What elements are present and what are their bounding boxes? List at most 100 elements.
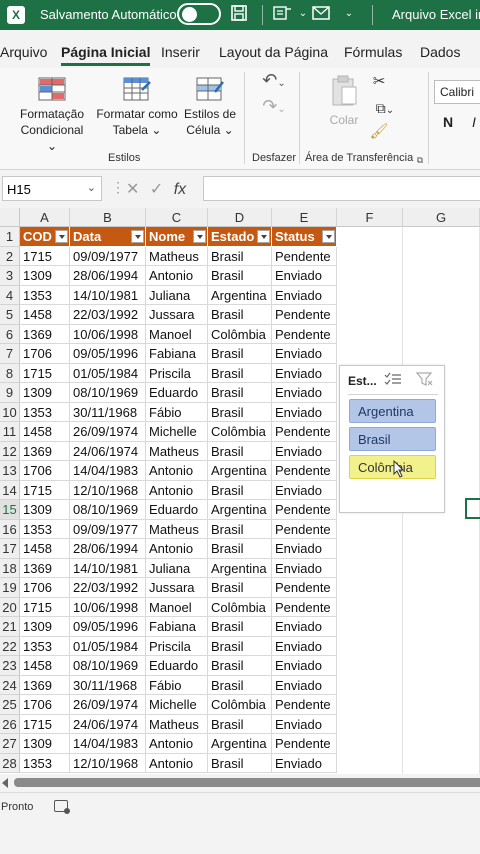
- horizontal-scrollbar[interactable]: [0, 774, 480, 792]
- name-box[interactable]: H15 ⌄: [2, 176, 102, 201]
- table-cell[interactable]: Brasil: [208, 480, 272, 500]
- table-cell[interactable]: Manoel: [146, 324, 208, 344]
- table-cell[interactable]: Antonio: [146, 539, 208, 559]
- bold-button[interactable]: N: [440, 114, 456, 130]
- table-cell[interactable]: Antonio: [146, 480, 208, 500]
- filter-dropdown-icon[interactable]: [257, 230, 270, 243]
- table-cell[interactable]: 12/10/1968: [70, 753, 146, 773]
- table-cell[interactable]: Matheus: [146, 519, 208, 539]
- table-cell[interactable]: Enviado: [272, 480, 337, 500]
- table-cell[interactable]: Enviado: [272, 266, 337, 286]
- table-cell[interactable]: Argentina: [208, 500, 272, 520]
- table-cell[interactable]: 1309: [20, 500, 70, 520]
- table-cell[interactable]: 1353: [20, 402, 70, 422]
- table-header-cod[interactable]: COD: [20, 227, 70, 246]
- table-cell[interactable]: 1458: [20, 656, 70, 676]
- column-header-c[interactable]: C: [146, 208, 208, 227]
- table-cell[interactable]: Pendente: [272, 324, 337, 344]
- table-cell[interactable]: Eduardo: [146, 500, 208, 520]
- scroll-thumb[interactable]: [14, 778, 480, 787]
- table-cell[interactable]: 1309: [20, 734, 70, 754]
- table-cell[interactable]: Brasil: [208, 617, 272, 637]
- table-cell[interactable]: 1706: [20, 344, 70, 364]
- table-cell[interactable]: Argentina: [208, 558, 272, 578]
- table-cell[interactable]: Brasil: [208, 402, 272, 422]
- tab-arquivo[interactable]: Arquivo: [0, 44, 47, 60]
- table-cell[interactable]: Brasil: [208, 714, 272, 734]
- table-cell[interactable]: Enviado: [272, 383, 337, 403]
- table-cell[interactable]: 22/03/1992: [70, 305, 146, 325]
- column-header-e[interactable]: E: [272, 208, 337, 227]
- slicer-item-argentina[interactable]: Argentina: [349, 399, 436, 423]
- row-header-9[interactable]: 9: [0, 383, 20, 403]
- italic-button[interactable]: I: [468, 114, 480, 130]
- table-cell[interactable]: 10/06/1998: [70, 324, 146, 344]
- table-cell[interactable]: 1706: [20, 695, 70, 715]
- row-header-7[interactable]: 7: [0, 344, 20, 364]
- row-header-1[interactable]: 1: [0, 227, 20, 247]
- table-cell[interactable]: Pendente: [272, 305, 337, 325]
- row-header-26[interactable]: 26: [0, 714, 20, 734]
- insert-function-icon[interactable]: fx: [174, 181, 186, 198]
- conditional-formatting-button[interactable]: Formatação Condicional ⌄: [14, 76, 90, 154]
- table-cell[interactable]: Brasil: [208, 636, 272, 656]
- table-cell[interactable]: Pendente: [272, 519, 337, 539]
- table-cell[interactable]: 1458: [20, 305, 70, 325]
- column-header-g[interactable]: G: [403, 208, 480, 227]
- column-header-a[interactable]: A: [20, 208, 70, 227]
- row-header-10[interactable]: 10: [0, 402, 20, 422]
- table-cell[interactable]: 24/06/1974: [70, 441, 146, 461]
- table-cell[interactable]: Argentina: [208, 734, 272, 754]
- table-cell[interactable]: Jussara: [146, 578, 208, 598]
- table-cell[interactable]: Juliana: [146, 558, 208, 578]
- format-as-table-button[interactable]: Formatar como Tabela ⌄: [94, 76, 180, 138]
- row-header-14[interactable]: 14: [0, 480, 20, 500]
- table-cell[interactable]: 1715: [20, 480, 70, 500]
- table-cell[interactable]: Eduardo: [146, 383, 208, 403]
- table-cell[interactable]: 24/06/1974: [70, 714, 146, 734]
- table-cell[interactable]: Enviado: [272, 285, 337, 305]
- table-cell[interactable]: Enviado: [272, 363, 337, 383]
- table-cell[interactable]: 1715: [20, 246, 70, 266]
- row-header-3[interactable]: 3: [0, 266, 20, 286]
- table-cell[interactable]: Enviado: [272, 675, 337, 695]
- table-header-estado[interactable]: Estado: [208, 227, 272, 246]
- table-cell[interactable]: 28/06/1994: [70, 266, 146, 286]
- row-header-4[interactable]: 4: [0, 285, 20, 305]
- multi-select-icon[interactable]: [384, 372, 402, 388]
- row-header-2[interactable]: 2: [0, 246, 20, 266]
- table-cell[interactable]: 14/10/1981: [70, 558, 146, 578]
- format-painter-icon[interactable]: 🖌: [369, 124, 389, 140]
- tab-pagina-inicial[interactable]: Página Inicial: [61, 44, 151, 66]
- paste-button[interactable]: Colar: [322, 74, 366, 128]
- table-header-status[interactable]: Status: [272, 227, 337, 246]
- table-cell[interactable]: 1369: [20, 558, 70, 578]
- table-cell[interactable]: Colômbia: [208, 422, 272, 442]
- table-cell[interactable]: 1458: [20, 539, 70, 559]
- table-cell[interactable]: 14/10/1981: [70, 285, 146, 305]
- row-header-13[interactable]: 13: [0, 461, 20, 481]
- table-cell[interactable]: 1715: [20, 714, 70, 734]
- table-cell[interactable]: Fabiana: [146, 344, 208, 364]
- undo-button[interactable]: ↶⌄: [256, 71, 292, 92]
- table-cell[interactable]: 1353: [20, 753, 70, 773]
- row-header-12[interactable]: 12: [0, 441, 20, 461]
- table-cell[interactable]: Enviado: [272, 558, 337, 578]
- table-cell[interactable]: 08/10/1969: [70, 656, 146, 676]
- table-cell[interactable]: Colômbia: [208, 695, 272, 715]
- table-cell[interactable]: Fábio: [146, 675, 208, 695]
- table-cell[interactable]: Priscila: [146, 636, 208, 656]
- table-cell[interactable]: Antonio: [146, 753, 208, 773]
- table-cell[interactable]: Colômbia: [208, 597, 272, 617]
- table-cell[interactable]: Jussara: [146, 305, 208, 325]
- font-name-select[interactable]: Calibri: [434, 80, 480, 104]
- table-cell[interactable]: 10/06/1998: [70, 597, 146, 617]
- table-cell[interactable]: Brasil: [208, 441, 272, 461]
- tab-dados[interactable]: Dados: [420, 44, 460, 60]
- table-cell[interactable]: Fabiana: [146, 617, 208, 637]
- table-cell[interactable]: Pendente: [272, 461, 337, 481]
- table-cell[interactable]: Pendente: [272, 734, 337, 754]
- row-header-25[interactable]: 25: [0, 695, 20, 715]
- table-cell[interactable]: Enviado: [272, 344, 337, 364]
- table-cell[interactable]: Argentina: [208, 285, 272, 305]
